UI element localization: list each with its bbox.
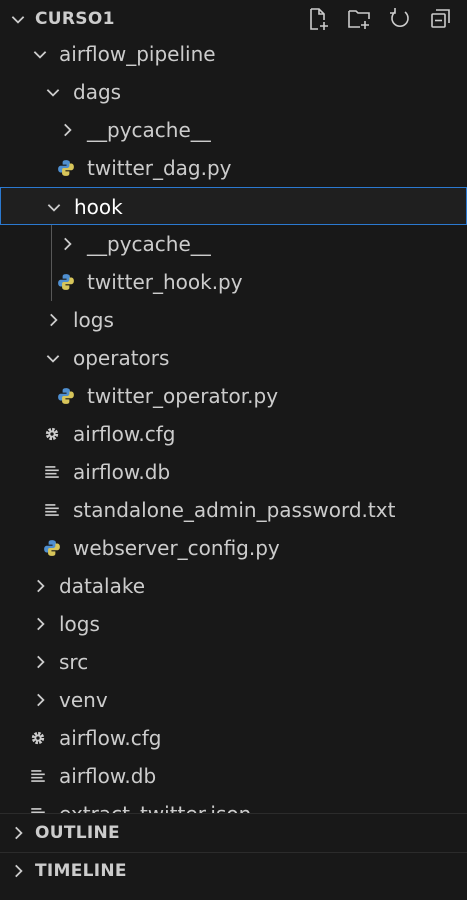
tree-item-label: extract_twitter.json: [59, 795, 251, 813]
timeline-section-header[interactable]: TIMELINE: [0, 852, 467, 890]
chevron-right-icon: [15, 826, 23, 840]
tree-item-label: twitter_dag.py: [87, 156, 232, 180]
refresh-icon[interactable]: [388, 7, 412, 31]
gear-icon: [45, 427, 59, 441]
timeline-section-title: TIMELINE: [35, 861, 127, 881]
tree-folder-row[interactable]: logs: [0, 301, 467, 339]
tree-folder-row[interactable]: __pycache__: [0, 225, 467, 263]
tree-item-label: __pycache__: [87, 232, 211, 256]
tree-item-label: twitter_operator.py: [87, 384, 279, 408]
tree-item-label: standalone_admin_password.txt: [73, 498, 396, 522]
tree-item-label: airflow.db: [59, 764, 157, 788]
tree-folder-row[interactable]: __pycache__: [0, 111, 467, 149]
python-file-icon: [58, 160, 74, 176]
tree-file-row[interactable]: airflow.db: [0, 757, 467, 795]
indent-guide: [51, 225, 52, 301]
tree-folder-row[interactable]: airflow_pipeline: [0, 35, 467, 73]
tree-item-label: datalake: [59, 574, 146, 598]
tree-file-row[interactable]: webserver_config.py: [0, 529, 467, 567]
tree-file-row[interactable]: standalone_admin_password.txt: [0, 491, 467, 529]
new-file-icon[interactable]: [306, 7, 330, 31]
tree-item-label: dags: [73, 80, 122, 104]
tree-folder-row[interactable]: logs: [0, 605, 467, 643]
tree-item-label: venv: [59, 688, 108, 712]
chevron-down-icon: [33, 51, 47, 59]
gear-icon: [31, 731, 45, 745]
chevron-right-icon: [37, 617, 45, 631]
outline-section-title: OUTLINE: [35, 823, 120, 843]
tree-file-row[interactable]: airflow.db: [0, 453, 467, 491]
tree-file-row[interactable]: twitter_operator.py: [0, 377, 467, 415]
tree-folder-row[interactable]: venv: [0, 681, 467, 719]
tree-file-row[interactable]: twitter_dag.py: [0, 149, 467, 187]
tree-item-label: airflow.db: [73, 460, 171, 484]
tree-item-label: airflow.cfg: [73, 422, 176, 446]
chevron-right-icon: [37, 655, 45, 669]
python-file-icon: [58, 274, 74, 290]
chevron-right-icon: [64, 123, 72, 137]
chevron-right-icon: [37, 579, 45, 593]
chevron-right-icon: [64, 237, 72, 251]
text-file-icon: [31, 770, 45, 782]
tree-folder-row[interactable]: src: [0, 643, 467, 681]
tree-item-label: webserver_config.py: [73, 536, 280, 560]
tree-folder-row[interactable]: hook: [0, 187, 467, 225]
tree-item-label: src: [59, 650, 89, 674]
chevron-right-icon: [37, 693, 45, 707]
python-file-icon: [44, 540, 60, 556]
tree-item-label: hook: [74, 195, 123, 219]
tree-item-label: logs: [59, 612, 100, 636]
chevron-down-icon: [47, 204, 61, 212]
chevron-right-icon: [50, 313, 58, 327]
tree-file-row[interactable]: extract_twitter.json: [0, 795, 467, 813]
chevron-down-icon: [46, 355, 60, 363]
chevron-down-icon: [11, 16, 25, 24]
tree-item-label: __pycache__: [87, 118, 211, 142]
tree-file-row[interactable]: airflow.cfg: [0, 719, 467, 757]
tree-item-label: logs: [73, 308, 114, 332]
tree-file-row[interactable]: twitter_hook.py: [0, 263, 467, 301]
explorer-root-title: CURSO1: [35, 9, 115, 29]
text-file-icon: [31, 808, 45, 813]
python-file-icon: [58, 388, 74, 404]
chevron-right-icon: [15, 864, 23, 878]
tree-item-label: twitter_hook.py: [87, 270, 243, 294]
tree-folder-row[interactable]: dags: [0, 73, 467, 111]
tree-folder-row[interactable]: operators: [0, 339, 467, 377]
outline-section-header[interactable]: OUTLINE: [0, 814, 467, 852]
tree-item-label: airflow.cfg: [59, 726, 162, 750]
tree-item-label: operators: [73, 346, 170, 370]
text-file-icon: [45, 504, 59, 516]
text-file-icon: [45, 466, 59, 478]
file-tree: airflow_pipelinedags __pycache__ twitter_d…: [0, 35, 467, 813]
tree-file-row[interactable]: airflow.cfg: [0, 415, 467, 453]
collapse-all-icon[interactable]: [429, 7, 453, 31]
tree-item-label: airflow_pipeline: [59, 42, 216, 66]
tree-folder-row[interactable]: datalake: [0, 567, 467, 605]
new-folder-icon[interactable]: [347, 7, 371, 31]
explorer-root-header[interactable]: CURSO1: [0, 0, 467, 38]
chevron-down-icon: [46, 89, 60, 97]
